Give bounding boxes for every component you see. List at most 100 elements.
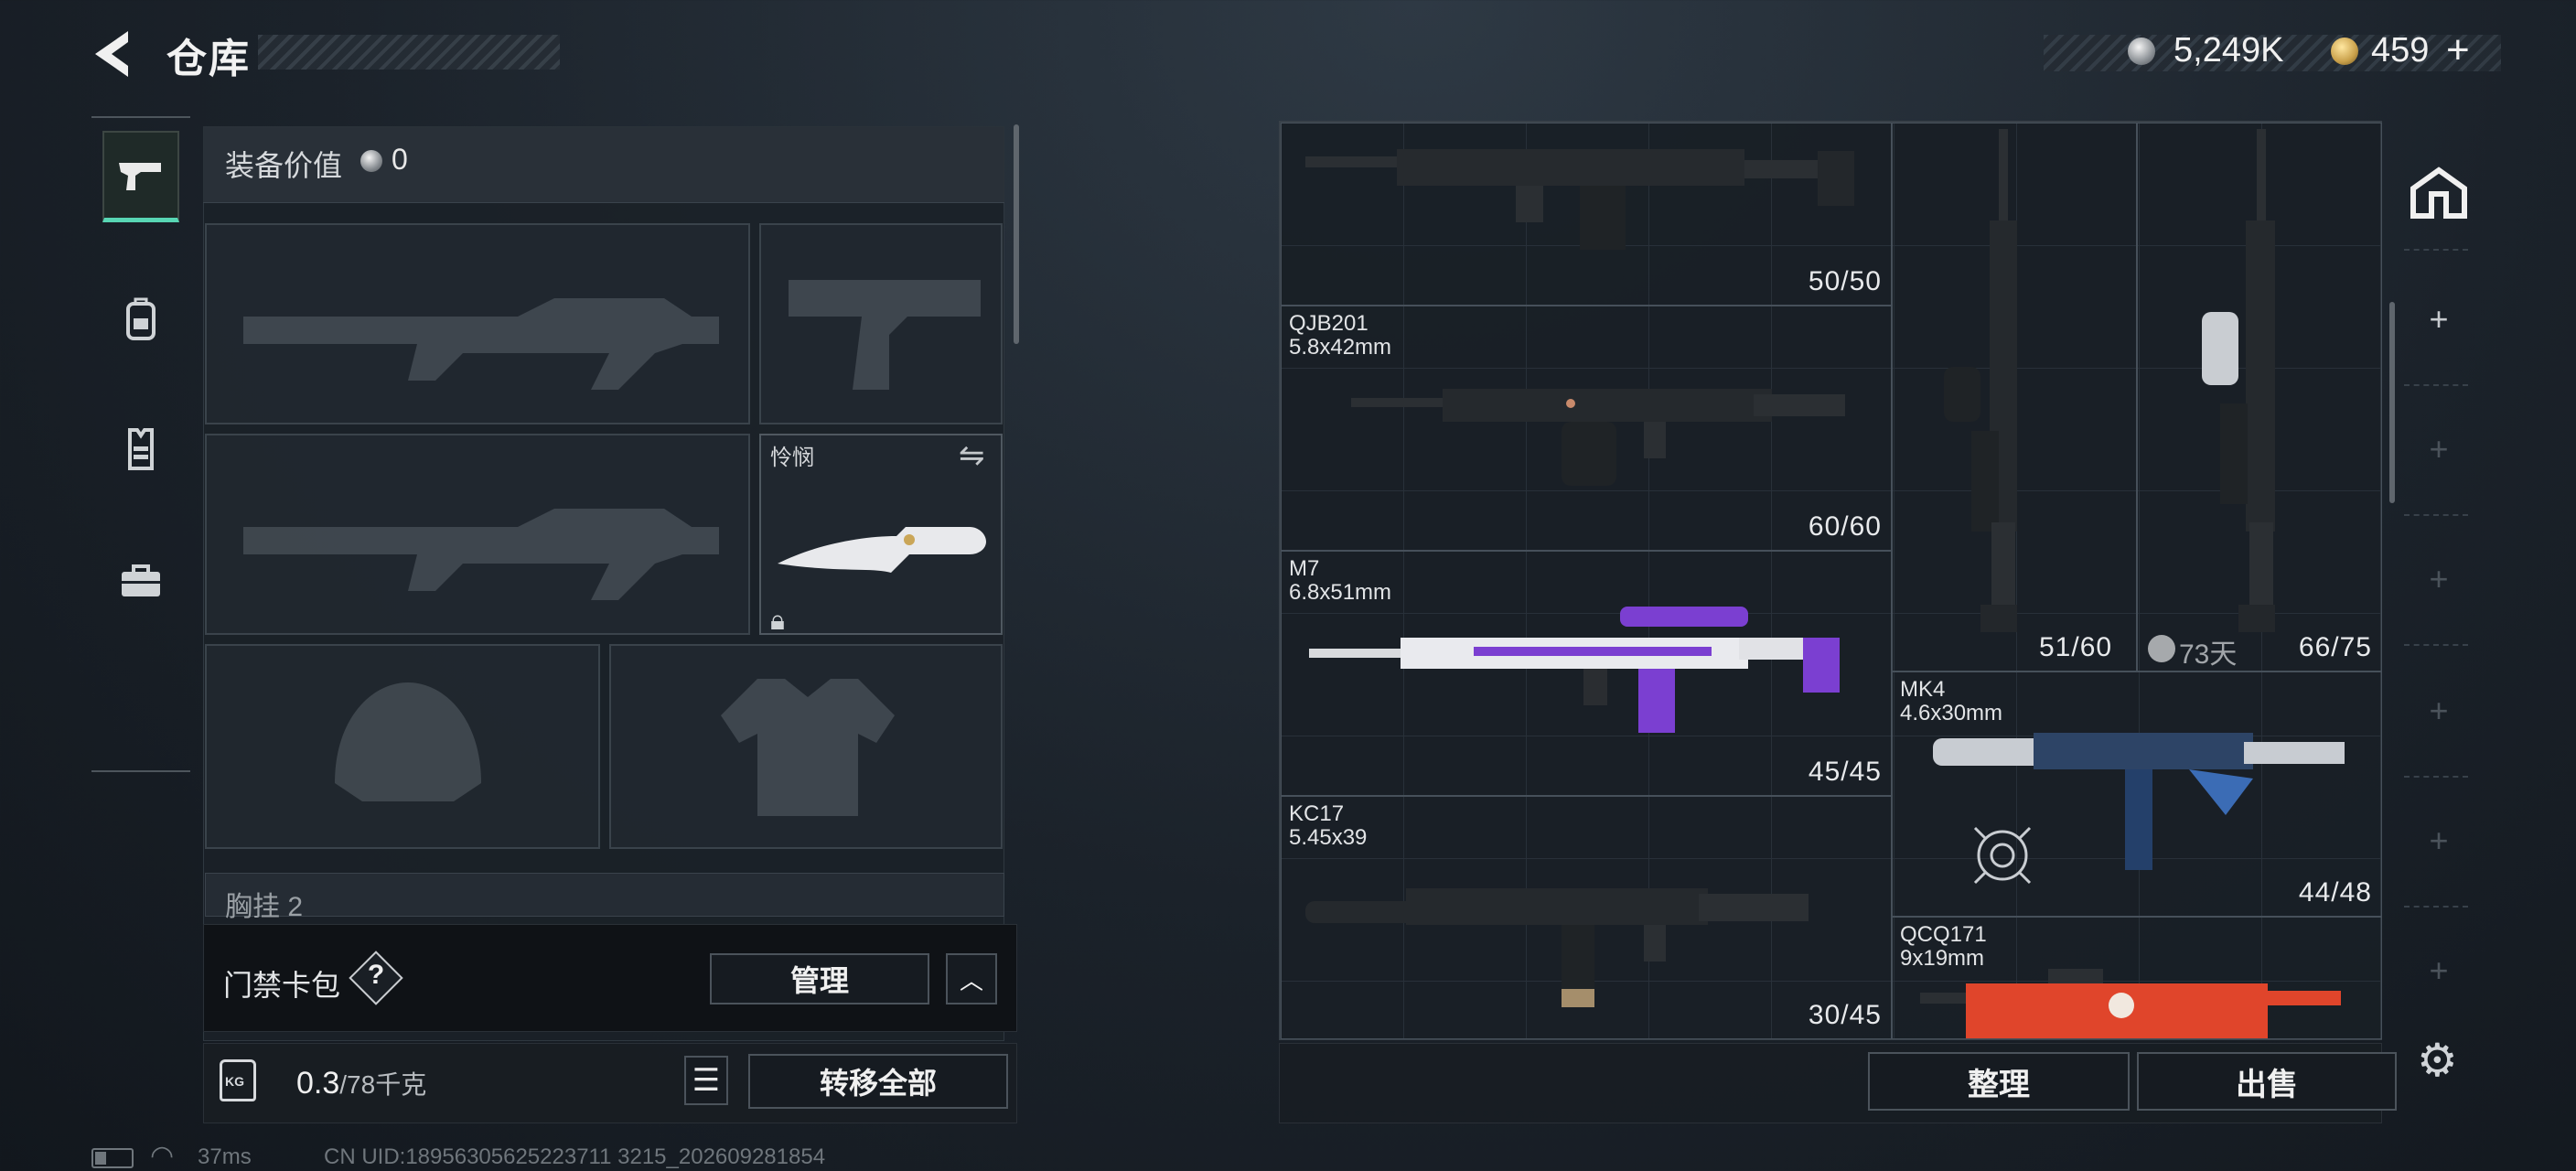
item-ammo: 51/60: [2039, 632, 2113, 662]
chevron-up-icon: ︿: [959, 966, 983, 994]
swap-icon[interactable]: ⇋: [959, 437, 985, 474]
rail-divider: [2404, 906, 2468, 908]
rifle-icon: [1305, 149, 1854, 250]
warehouse-home-icon[interactable]: [2410, 167, 2468, 220]
primary-weapon-slot[interactable]: [205, 223, 750, 424]
chest-rig-slot[interactable]: [205, 873, 1004, 917]
pistol-icon: [119, 162, 161, 190]
sidebar-item-vest[interactable]: [102, 403, 179, 495]
chest-rig-label-text: 胸挂: [225, 892, 280, 922]
rifle-silhouette-icon: [243, 509, 719, 600]
sort-button[interactable]: 整理: [1868, 1052, 2130, 1111]
armor-slot[interactable]: [609, 644, 1003, 849]
warehouse-item[interactable]: 66/75: [2137, 123, 2382, 671]
user-uid: CN UID:18956305625223711 3215_2026092818…: [324, 1144, 826, 1169]
weight-icon-text: KG: [225, 1074, 244, 1089]
target-icon: [1973, 826, 2032, 885]
item-caliber: 9x19mm: [1900, 946, 1985, 971]
machine-gun-icon: [1351, 389, 1845, 486]
briefcase-icon: [122, 564, 160, 596]
collapse-button[interactable]: ︿: [946, 953, 997, 1004]
chest-rig-label: 胸挂 2: [225, 884, 303, 924]
keycard-pack-label: 门禁卡包: [223, 969, 341, 1002]
rail-divider: [2404, 776, 2468, 778]
chest-rig-count: 2: [287, 892, 304, 922]
help-icon-glyph: ?: [367, 960, 385, 990]
helmet-silhouette-icon: [335, 682, 481, 801]
gear-icon[interactable]: ⚙: [2417, 1034, 2458, 1087]
page-title: 仓库: [166, 37, 251, 81]
add-tab-icon[interactable]: +: [2420, 300, 2457, 338]
item-name: M7: [1289, 556, 1320, 581]
armor-silhouette-icon: [721, 679, 895, 816]
rifle-icon: [1309, 607, 1840, 733]
back-arrow-icon[interactable]: [91, 27, 137, 81]
item-name: QJB201: [1289, 311, 1368, 336]
wifi-icon: ◠: [150, 1141, 175, 1171]
sidebar-item-case[interactable]: [102, 535, 179, 627]
gold-coin-icon: [2331, 38, 2358, 65]
battery-level: [95, 1152, 106, 1165]
silver-coin-icon: [2128, 38, 2155, 65]
rail-divider: [2404, 249, 2468, 251]
ping-value: 37ms: [198, 1144, 252, 1169]
transfer-all-button[interactable]: 转移全部: [748, 1054, 1008, 1109]
silver-coin-icon: [360, 150, 382, 172]
item-ammo: 50/50: [1808, 266, 1882, 296]
sidebar-item-backpack[interactable]: [102, 274, 179, 365]
item-caliber: 5.8x42mm: [1289, 335, 1392, 360]
warehouse-item[interactable]: QCQ171 9x19mm: [1892, 917, 2382, 1039]
warehouse-item[interactable]: 50/50: [1281, 123, 1892, 306]
add-tab-icon[interactable]: +: [2420, 430, 2457, 468]
add-tab-icon[interactable]: +: [2420, 822, 2457, 860]
item-ammo: 60/60: [1808, 511, 1882, 542]
carry-weight-current: 0.3: [296, 1066, 340, 1101]
sidebar-item-weapons[interactable]: [102, 131, 179, 222]
warehouse-item[interactable]: 51/60: [1892, 123, 2137, 671]
loadout-scrollbar[interactable]: [1014, 124, 1019, 344]
equipment-value: 0: [392, 143, 408, 176]
item-ammo: 30/45: [1808, 1000, 1882, 1030]
lock-icon: 🔒︎: [770, 606, 785, 636]
item-ammo: 45/45: [1808, 757, 1882, 787]
knife-icon: [778, 527, 986, 573]
carry-weight: 0.3/78千克: [296, 1065, 426, 1101]
rail-divider: [2404, 384, 2468, 386]
list-icon: ☰: [692, 1063, 721, 1098]
pistol-slot[interactable]: [759, 223, 1003, 424]
machine-gun-vertical-icon: [2202, 129, 2275, 632]
item-name: MK4: [1900, 677, 1946, 702]
carry-weight-max: /78千克: [339, 1070, 427, 1099]
category-sidebar: [91, 116, 190, 772]
helmet-slot[interactable]: [205, 644, 600, 849]
sell-button[interactable]: 出售: [2137, 1052, 2397, 1111]
add-tab-icon[interactable]: +: [2420, 560, 2457, 598]
warehouse-scrollbar[interactable]: [2389, 302, 2395, 503]
item-name: QCQ171: [1900, 922, 1987, 947]
warehouse-item[interactable]: MK4 4.6x30mm 44/48: [1892, 671, 2382, 917]
rail-divider: [2404, 644, 2468, 646]
warehouse-item[interactable]: KC17 5.45x39 30/45: [1281, 796, 1892, 1039]
submachine-gun-icon: [1305, 888, 1809, 1007]
item-name: KC17: [1289, 801, 1345, 826]
backpack-icon: [126, 297, 156, 340]
rifle-silhouette-icon: [243, 298, 719, 390]
equipment-value-label: 装备价值: [225, 149, 343, 182]
add-tab-icon[interactable]: +: [2420, 951, 2457, 990]
manage-button[interactable]: 管理: [710, 953, 929, 1004]
title-decoration: [258, 35, 560, 70]
rail-divider: [2404, 514, 2468, 516]
add-tab-icon[interactable]: +: [2420, 692, 2457, 730]
item-ammo: 44/48: [2298, 877, 2372, 908]
machine-gun-vertical-icon: [1944, 129, 2017, 632]
add-currency-button[interactable]: +: [2446, 27, 2470, 73]
vest-icon: [128, 428, 154, 470]
pistol-silhouette-icon: [789, 280, 981, 390]
secondary-weapon-slot[interactable]: [205, 434, 750, 635]
list-view-button[interactable]: ☰: [684, 1056, 728, 1105]
smg-icon: [1920, 969, 2341, 1038]
item-ammo: 66/75: [2298, 632, 2372, 662]
warehouse-item[interactable]: QJB201 5.8x42mm 60/60: [1281, 306, 1892, 551]
warehouse-item[interactable]: M7 6.8x51mm 45/45: [1281, 551, 1892, 796]
gold-currency-amount: 459: [2371, 31, 2430, 70]
